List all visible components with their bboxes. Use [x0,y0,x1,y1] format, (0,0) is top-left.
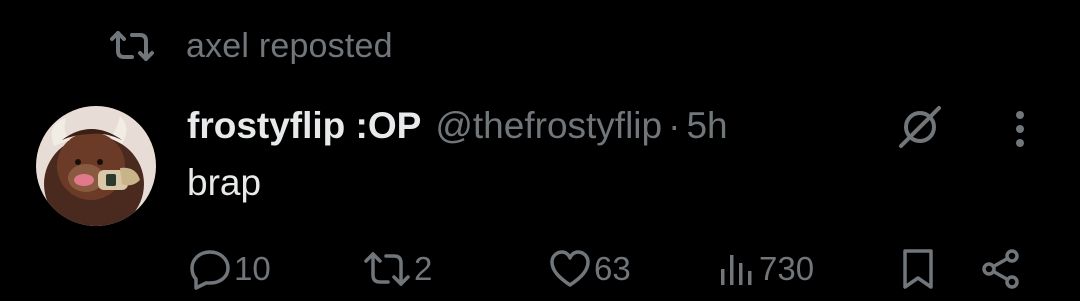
display-name[interactable]: frostyflip :OP [187,105,421,147]
like-icon [548,247,592,291]
like-button[interactable]: 63 [548,244,631,294]
like-count: 63 [594,250,631,287]
separator-dot: · [668,105,681,146]
post-timestamp[interactable]: 5h [686,105,727,147]
bookmark-button[interactable] [898,244,938,294]
repost-icon [108,26,156,66]
user-handle[interactable]: @thefrostyflip [435,105,662,147]
post-header: frostyflip :OP @thefrostyflip · 5h [187,100,728,152]
repost-icon [362,249,412,289]
repost-count: 2 [414,250,433,287]
share-button[interactable] [978,244,1024,294]
action-bar: 10 2 63 730 [0,244,1080,294]
views-icon [717,247,757,291]
grok-icon[interactable] [895,102,945,152]
repost-banner[interactable]: axel reposted [108,26,393,66]
repost-button[interactable]: 2 [362,244,432,294]
avatar[interactable] [36,106,156,226]
views-count: 730 [759,250,815,287]
share-icon [978,247,1024,291]
reply-button[interactable]: 10 [188,244,271,294]
more-options-icon[interactable] [1005,104,1035,154]
post-text: brap [187,162,262,203]
repost-banner-text: axel reposted [186,26,393,65]
reply-count: 10 [234,250,271,287]
reply-icon [188,247,232,291]
bookmark-icon [898,247,938,291]
views-button[interactable]: 730 [717,244,814,294]
